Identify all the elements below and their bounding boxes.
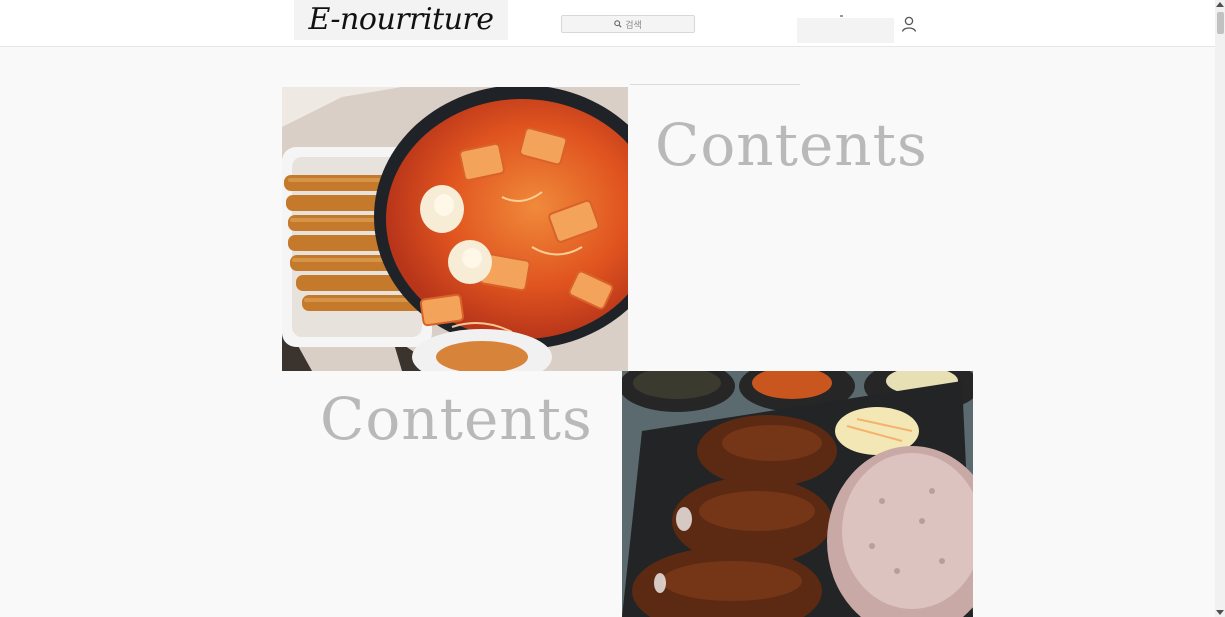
search-icon	[614, 20, 622, 28]
nav-placeholder[interactable]	[797, 18, 894, 43]
section-heading-1: Contents	[655, 111, 928, 179]
logo[interactable]: E-nourriture	[294, 0, 508, 40]
site-header: E-nourriture 검색	[0, 0, 1215, 47]
scroll-thumb[interactable]	[1217, 12, 1224, 34]
nav-indicator	[840, 15, 843, 17]
pork-cutlet-rice-photo	[622, 371, 973, 617]
tteokbokki-food-photo	[282, 87, 628, 371]
scroll-down-icon[interactable]	[1216, 610, 1224, 615]
search-box[interactable]: 검색	[561, 15, 695, 33]
divider	[630, 84, 800, 85]
user-icon[interactable]	[900, 15, 918, 33]
scroll-up-icon[interactable]	[1216, 2, 1224, 7]
search-label: 검색	[625, 20, 642, 31]
logo-text: E-nourriture	[308, 2, 494, 37]
scrollbar[interactable]	[1215, 0, 1225, 617]
section-heading-2: Contents	[320, 385, 593, 453]
